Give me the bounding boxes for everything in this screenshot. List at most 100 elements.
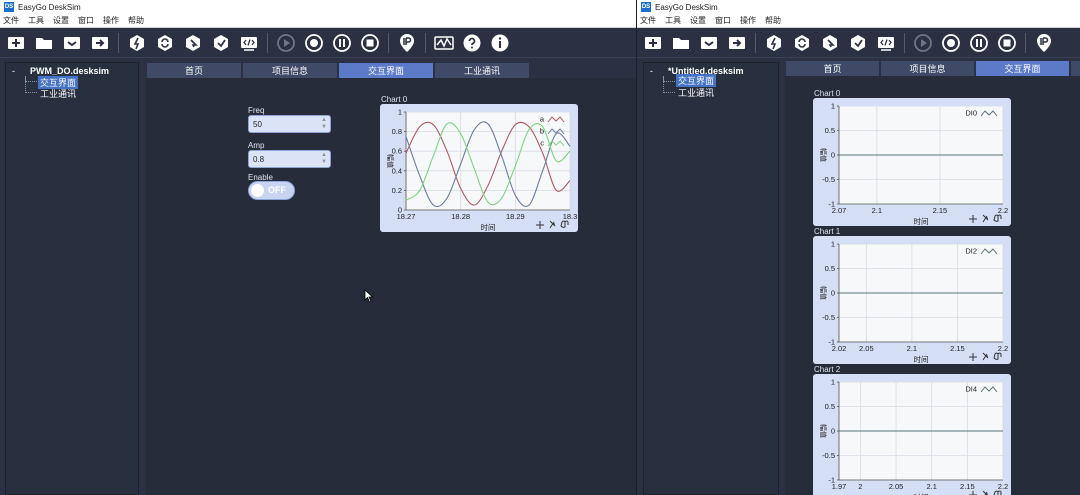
tab-industrial-comm[interactable]: 工业通讯 — [435, 63, 529, 78]
new-button[interactable] — [643, 33, 663, 53]
menu-window[interactable]: 窗口 — [78, 15, 94, 26]
toolbar-separator — [1025, 32, 1026, 53]
play-button[interactable] — [913, 33, 933, 53]
collapse-icon[interactable]: - — [12, 66, 15, 76]
y-tick-label: 0.5 — [825, 264, 835, 273]
enable-toggle[interactable]: OFF — [248, 181, 295, 200]
x-tick-label: 2.2 — [998, 206, 1008, 215]
tab-home[interactable]: 首页 — [786, 61, 879, 76]
new-button[interactable] — [6, 33, 26, 53]
play-button[interactable] — [276, 33, 296, 53]
export-button[interactable] — [90, 33, 110, 53]
tree-item-industrial-comm[interactable]: 工业通讯 — [676, 86, 716, 99]
stop-icon — [998, 33, 1016, 52]
download-icon — [823, 34, 837, 51]
freq-input[interactable]: 50 ▲ ▼ — [248, 115, 331, 133]
build-button[interactable] — [127, 33, 147, 53]
zoom-icon[interactable] — [982, 352, 989, 361]
y-tick-label: 1 — [831, 378, 835, 387]
refresh-button[interactable] — [155, 33, 175, 53]
deploy-button[interactable] — [211, 33, 231, 53]
crosshair-icon[interactable] — [969, 215, 977, 223]
download-button[interactable] — [820, 33, 840, 53]
code-button[interactable] — [876, 33, 896, 53]
title-bar: DS EasyGo DeskSim — [637, 0, 1080, 14]
menu-settings[interactable]: 设置 — [690, 15, 706, 26]
help-button[interactable] — [462, 33, 482, 53]
record-button[interactable] — [941, 33, 961, 53]
zoom-icon[interactable] — [982, 490, 988, 495]
stop-button[interactable] — [997, 33, 1017, 53]
zoom-icon[interactable] — [982, 214, 989, 223]
collapse-icon[interactable]: - — [650, 66, 653, 76]
info-icon — [491, 34, 509, 51]
toolbar — [637, 28, 1080, 58]
pause-button[interactable] — [332, 33, 352, 53]
menu-window[interactable]: 窗口 — [715, 15, 731, 26]
record-button[interactable] — [304, 33, 324, 53]
crosshair-icon[interactable] — [969, 491, 977, 495]
crosshair-icon[interactable] — [536, 221, 544, 229]
crosshair-icon[interactable] — [969, 353, 977, 361]
tab-interactive-ui[interactable]: 交互界面 — [339, 63, 433, 78]
project-tree: - *Untitled.desksim 交互界面 工业通讯 — [643, 62, 779, 495]
pause-icon — [970, 33, 988, 52]
menu-help[interactable]: 帮助 — [128, 15, 144, 26]
app-icon: DS — [4, 2, 14, 12]
menu-file[interactable]: 文件 — [640, 15, 656, 26]
x-tick-label: 2.1 — [907, 344, 917, 353]
x-axis-label: 时间 — [481, 222, 496, 232]
freq-label: Freq — [248, 106, 265, 115]
menu-tools[interactable]: 工具 — [665, 15, 681, 26]
pause-button[interactable] — [969, 33, 989, 53]
x-tick-label: 2.05 — [859, 344, 874, 353]
tree-root-label: PWM_DO.desksim — [30, 66, 110, 76]
export-button[interactable] — [727, 33, 747, 53]
toolbar-separator — [118, 32, 119, 53]
spin-arrows-icon[interactable]: ▲ ▼ — [320, 152, 328, 166]
ip-button[interactable] — [1034, 33, 1054, 53]
tree-root[interactable]: - PWM_DO.desksim — [12, 66, 109, 76]
deploy-icon — [214, 34, 228, 51]
tree-item-industrial-comm[interactable]: 工业通讯 — [38, 87, 78, 100]
new-icon — [645, 36, 661, 49]
pan-icon[interactable] — [993, 490, 1002, 495]
open-button[interactable] — [34, 33, 54, 53]
x-tick-label: 2.15 — [933, 206, 948, 215]
tab-overflow[interactable] — [1071, 61, 1080, 76]
save-button[interactable] — [699, 33, 719, 53]
stop-button[interactable] — [360, 33, 380, 53]
code-button[interactable] — [239, 33, 259, 53]
ip-button[interactable] — [397, 33, 417, 53]
download-button[interactable] — [183, 33, 203, 53]
refresh-button[interactable] — [792, 33, 812, 53]
deploy-button[interactable] — [848, 33, 868, 53]
menu-file[interactable]: 文件 — [3, 15, 19, 26]
menu-operate[interactable]: 操作 — [103, 15, 119, 26]
toolbar-separator — [267, 32, 268, 53]
y-tick-label: -0.5 — [822, 313, 835, 322]
chart-0: 2.07 2.1 2.15 2.2 -1 -0.5 0 0.5 1 时间 幅值 DI0 — [813, 98, 1011, 226]
zoom-icon[interactable] — [549, 220, 556, 229]
pause-icon — [333, 33, 351, 52]
pan-icon[interactable] — [560, 220, 569, 228]
pan-icon[interactable] — [993, 352, 1002, 360]
build-button[interactable] — [764, 33, 784, 53]
menu-settings[interactable]: 设置 — [53, 15, 69, 26]
save-icon — [64, 36, 80, 49]
project-tree: - PWM_DO.desksim 交互界面 工业通讯 — [5, 62, 139, 495]
menu-help[interactable]: 帮助 — [765, 15, 781, 26]
save-button[interactable] — [62, 33, 82, 53]
amp-input[interactable]: 0.8 ▲ ▼ — [248, 150, 331, 168]
menu-tools[interactable]: 工具 — [28, 15, 44, 26]
spin-arrows-icon[interactable]: ▲ ▼ — [320, 117, 328, 131]
menu-operate[interactable]: 操作 — [740, 15, 756, 26]
scope-button[interactable] — [434, 33, 454, 53]
pan-icon[interactable] — [993, 214, 1002, 222]
tab-interactive-ui[interactable]: 交互界面 — [976, 61, 1069, 76]
tab-home[interactable]: 首页 — [147, 63, 241, 78]
tab-project-info[interactable]: 项目信息 — [243, 63, 337, 78]
open-button[interactable] — [671, 33, 691, 53]
info-button[interactable] — [490, 33, 510, 53]
tab-project-info[interactable]: 项目信息 — [881, 61, 974, 76]
